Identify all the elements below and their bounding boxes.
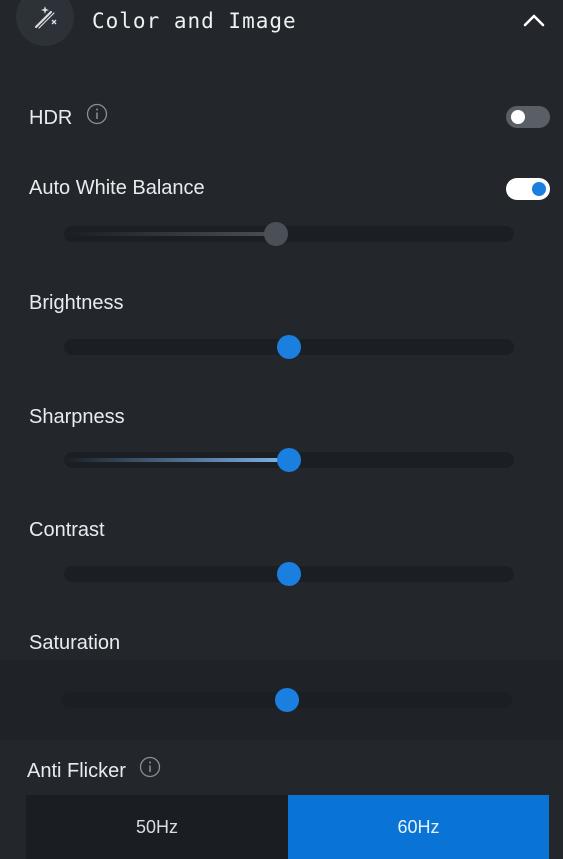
anti-flicker-50hz-button[interactable]: 50Hz bbox=[26, 795, 288, 859]
saturation-slider[interactable] bbox=[62, 688, 512, 712]
saturation-label: Saturation bbox=[29, 632, 121, 654]
anti-flicker-info-icon[interactable] bbox=[139, 756, 161, 784]
brightness-slider[interactable] bbox=[64, 335, 514, 359]
toggle-knob bbox=[532, 182, 546, 196]
sharpness-label: Sharpness bbox=[29, 406, 125, 428]
slider-thumb[interactable] bbox=[264, 222, 288, 246]
hdr-row: HDR bbox=[29, 103, 108, 131]
slider-thumb[interactable] bbox=[277, 448, 301, 472]
sharpness-slider[interactable] bbox=[64, 448, 514, 472]
toggle-knob bbox=[511, 110, 525, 124]
anti-flicker-label: Anti Flicker bbox=[27, 759, 126, 782]
anti-flicker-row: Anti Flicker bbox=[27, 756, 161, 784]
chevron-up-icon bbox=[523, 14, 545, 27]
awb-slider[interactable] bbox=[64, 222, 514, 246]
hdr-info-icon[interactable] bbox=[86, 103, 108, 131]
anti-flicker-60hz-button[interactable]: 60Hz bbox=[288, 795, 549, 859]
slider-fill bbox=[64, 232, 276, 236]
slider-thumb[interactable] bbox=[277, 335, 301, 359]
awb-label: Auto White Balance bbox=[29, 177, 205, 199]
hdr-label: HDR bbox=[29, 106, 73, 129]
section-title: Color and Image bbox=[92, 9, 297, 33]
slider-thumb[interactable] bbox=[277, 562, 301, 586]
section-header[interactable]: Color and Image bbox=[0, 0, 563, 46]
magic-wand-icon bbox=[16, 0, 74, 46]
contrast-label: Contrast bbox=[29, 519, 105, 541]
slider-fill bbox=[64, 458, 289, 462]
collapse-button[interactable] bbox=[518, 6, 550, 34]
brightness-label: Brightness bbox=[29, 292, 124, 314]
awb-toggle[interactable] bbox=[506, 178, 550, 200]
contrast-slider[interactable] bbox=[64, 562, 514, 586]
slider-thumb[interactable] bbox=[275, 688, 299, 712]
hdr-toggle[interactable] bbox=[506, 106, 550, 128]
